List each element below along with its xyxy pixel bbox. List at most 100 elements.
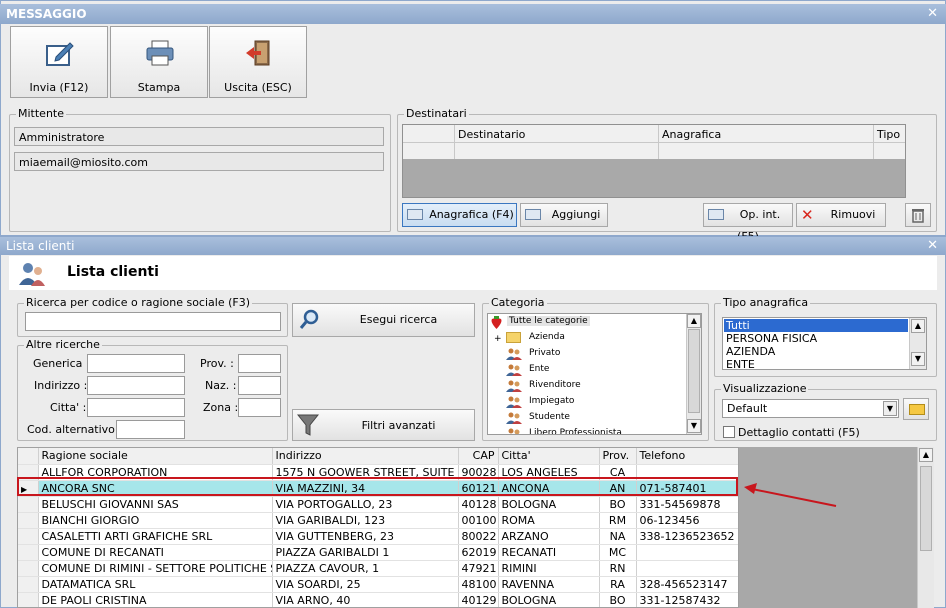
scroll-down-icon[interactable]: ▼ [911, 352, 925, 366]
recipients-grid[interactable]: Destinatario Anagrafica Tipo [402, 124, 906, 198]
cod-alt-input[interactable] [116, 420, 185, 439]
table-cell[interactable]: 62019 [458, 544, 499, 561]
table-cell[interactable]: VIA ARNO, 40 [272, 592, 459, 607]
table-row[interactable]: BIANCHI GIORGIO VIA GARIBALDI, 123 00100 RO… [18, 512, 738, 529]
table-cell[interactable]: RM [599, 512, 637, 529]
scroll-down-icon[interactable]: ▼ [687, 419, 701, 433]
table-cell[interactable] [636, 560, 738, 577]
col-cap[interactable]: CAP [458, 448, 499, 465]
table-cell[interactable]: 47921 [458, 560, 499, 577]
table-cell[interactable]: 80022 [458, 528, 499, 545]
table-cell[interactable]: BOLOGNA [498, 496, 600, 513]
advanced-filter-button[interactable]: Filtri avanzati [292, 409, 475, 441]
table-cell[interactable]: BIANCHI GIORGIO [38, 512, 273, 529]
table-cell[interactable]: 328-456523147 [636, 576, 738, 593]
row-header[interactable] [18, 544, 39, 561]
table-row[interactable]: CASALETTI ARTI GRAFICHE SRL VIA GUTTENBER… [18, 528, 738, 545]
chevron-down-icon[interactable]: ▼ [883, 401, 897, 416]
table-cell[interactable]: BO [599, 496, 637, 513]
category-item-azienda[interactable]: Azienda [529, 332, 565, 342]
table-row[interactable]: DATAMATICA SRL VIA SOARDI, 25 48100 RAVENNA… [18, 576, 738, 593]
send-button[interactable]: Invia (F12) [10, 26, 108, 98]
table-scroll-thumb[interactable] [920, 466, 932, 551]
table-row[interactable]: DE PAOLI CRISTINA VIA ARNO, 40 40129 BOLOGN… [18, 592, 738, 607]
sender-name-field[interactable]: Amministratore [14, 127, 384, 146]
table-cell[interactable]: 338-1236523652 [636, 528, 738, 545]
recipients-col-anagrafica[interactable]: Anagrafica [662, 128, 721, 141]
category-scroll-thumb[interactable] [688, 329, 700, 413]
scroll-up-icon[interactable]: ▲ [687, 314, 701, 328]
table-cell[interactable]: BOLOGNA [498, 592, 600, 607]
add-button[interactable]: Aggiungi [520, 203, 608, 227]
table-cell[interactable] [636, 544, 738, 561]
recipients-col-tipo[interactable]: Tipo [877, 128, 900, 141]
row-header[interactable] [18, 528, 39, 545]
indirizzo-input[interactable] [87, 376, 185, 395]
view-select[interactable]: Default ▼ [722, 399, 899, 418]
table-cell[interactable]: RIMINI [498, 560, 600, 577]
search-input[interactable] [25, 312, 281, 331]
naz-input[interactable] [238, 376, 281, 395]
col-citta[interactable]: Citta' [498, 448, 600, 465]
expand-icon[interactable]: + [494, 334, 502, 344]
citta-input[interactable] [87, 398, 185, 417]
exit-button[interactable]: Uscita (ESC) [209, 26, 307, 98]
close-icon[interactable]: ✕ [927, 6, 938, 21]
print-button[interactable]: Stampa [110, 26, 208, 98]
close-icon[interactable]: ✕ [927, 238, 938, 253]
row-header[interactable] [18, 512, 39, 529]
table-cell[interactable]: ARZANO [498, 528, 600, 545]
table-cell[interactable]: VIA PORTOGALLO, 23 [272, 496, 459, 513]
row-header[interactable] [18, 560, 39, 577]
zona-input[interactable] [238, 398, 281, 417]
col-ragione-sociale[interactable]: Ragione sociale [38, 448, 273, 465]
trash-button[interactable] [905, 203, 931, 227]
anagrafica-button[interactable]: Anagrafica (F4) [402, 203, 517, 227]
sender-email-field[interactable]: miaemail@miosito.com [14, 152, 384, 171]
type-item-persona-fisica[interactable]: PERSONA FISICA [726, 332, 817, 345]
table-cell[interactable]: 40128 [458, 496, 499, 513]
category-item[interactable]: Impiegato [529, 396, 574, 406]
scroll-up-icon[interactable]: ▲ [919, 448, 933, 462]
table-cell[interactable]: 40129 [458, 592, 499, 607]
table-cell[interactable]: BELUSCHI GIOVANNI SAS [38, 496, 273, 513]
type-item-tutti[interactable]: Tutti [724, 319, 908, 332]
op-int-button[interactable]: Op. int. (F5) [703, 203, 793, 243]
table-cell[interactable]: DATAMATICA SRL [38, 576, 273, 593]
category-item[interactable]: Studente [529, 412, 570, 422]
category-item[interactable]: Rivenditore [529, 380, 581, 390]
table-cell[interactable]: RAVENNA [498, 576, 600, 593]
table-cell[interactable]: RECANATI [498, 544, 600, 561]
remove-button[interactable]: ✕ Rimuovi [796, 203, 886, 227]
table-row[interactable]: BELUSCHI GIOVANNI SAS VIA PORTOGALLO, 23 4… [18, 496, 738, 513]
generica-input[interactable] [87, 354, 185, 373]
recipients-col-destinatario[interactable]: Destinatario [458, 128, 525, 141]
table-cell[interactable]: 331-54569878 [636, 496, 738, 513]
table-cell[interactable]: PIAZZA GARIBALDI 1 [272, 544, 459, 561]
table-cell[interactable]: 48100 [458, 576, 499, 593]
table-cell[interactable]: VIA SOARDI, 25 [272, 576, 459, 593]
row-header[interactable] [18, 496, 39, 513]
table-cell[interactable]: RA [599, 576, 637, 593]
table-cell[interactable]: 06-123456 [636, 512, 738, 529]
table-cell[interactable]: BO [599, 592, 637, 607]
table-cell[interactable]: 331-12587432 [636, 592, 738, 607]
row-header[interactable] [18, 576, 39, 593]
table-cell[interactable]: NA [599, 528, 637, 545]
table-row[interactable]: COMUNE DI RIMINI - SETTORE POLITICHE S..… [18, 560, 738, 577]
type-item-azienda[interactable]: AZIENDA [726, 345, 775, 358]
prov-input[interactable] [238, 354, 281, 373]
run-search-button[interactable]: Esegui ricerca [292, 303, 475, 337]
table-cell[interactable]: VIA GUTTENBERG, 23 [272, 528, 459, 545]
table-cell[interactable]: PIAZZA CAVOUR, 1 [272, 560, 459, 577]
table-cell[interactable]: MC [599, 544, 637, 561]
table-cell[interactable]: COMUNE DI RIMINI - SETTORE POLITICHE S..… [38, 560, 273, 577]
row-header[interactable] [18, 592, 39, 607]
category-item[interactable]: Ente [529, 364, 549, 374]
table-cell[interactable]: DE PAOLI CRISTINA [38, 592, 273, 607]
category-scrollbar[interactable]: ▲ ▼ [686, 314, 701, 434]
col-prov[interactable]: Prov. [599, 448, 637, 465]
table-cell[interactable]: CASALETTI ARTI GRAFICHE SRL [38, 528, 273, 545]
category-item[interactable]: Libero Professionista [529, 428, 622, 434]
table-row[interactable]: COMUNE DI RECANATI PIAZZA GARIBALDI 1 6201… [18, 544, 738, 561]
